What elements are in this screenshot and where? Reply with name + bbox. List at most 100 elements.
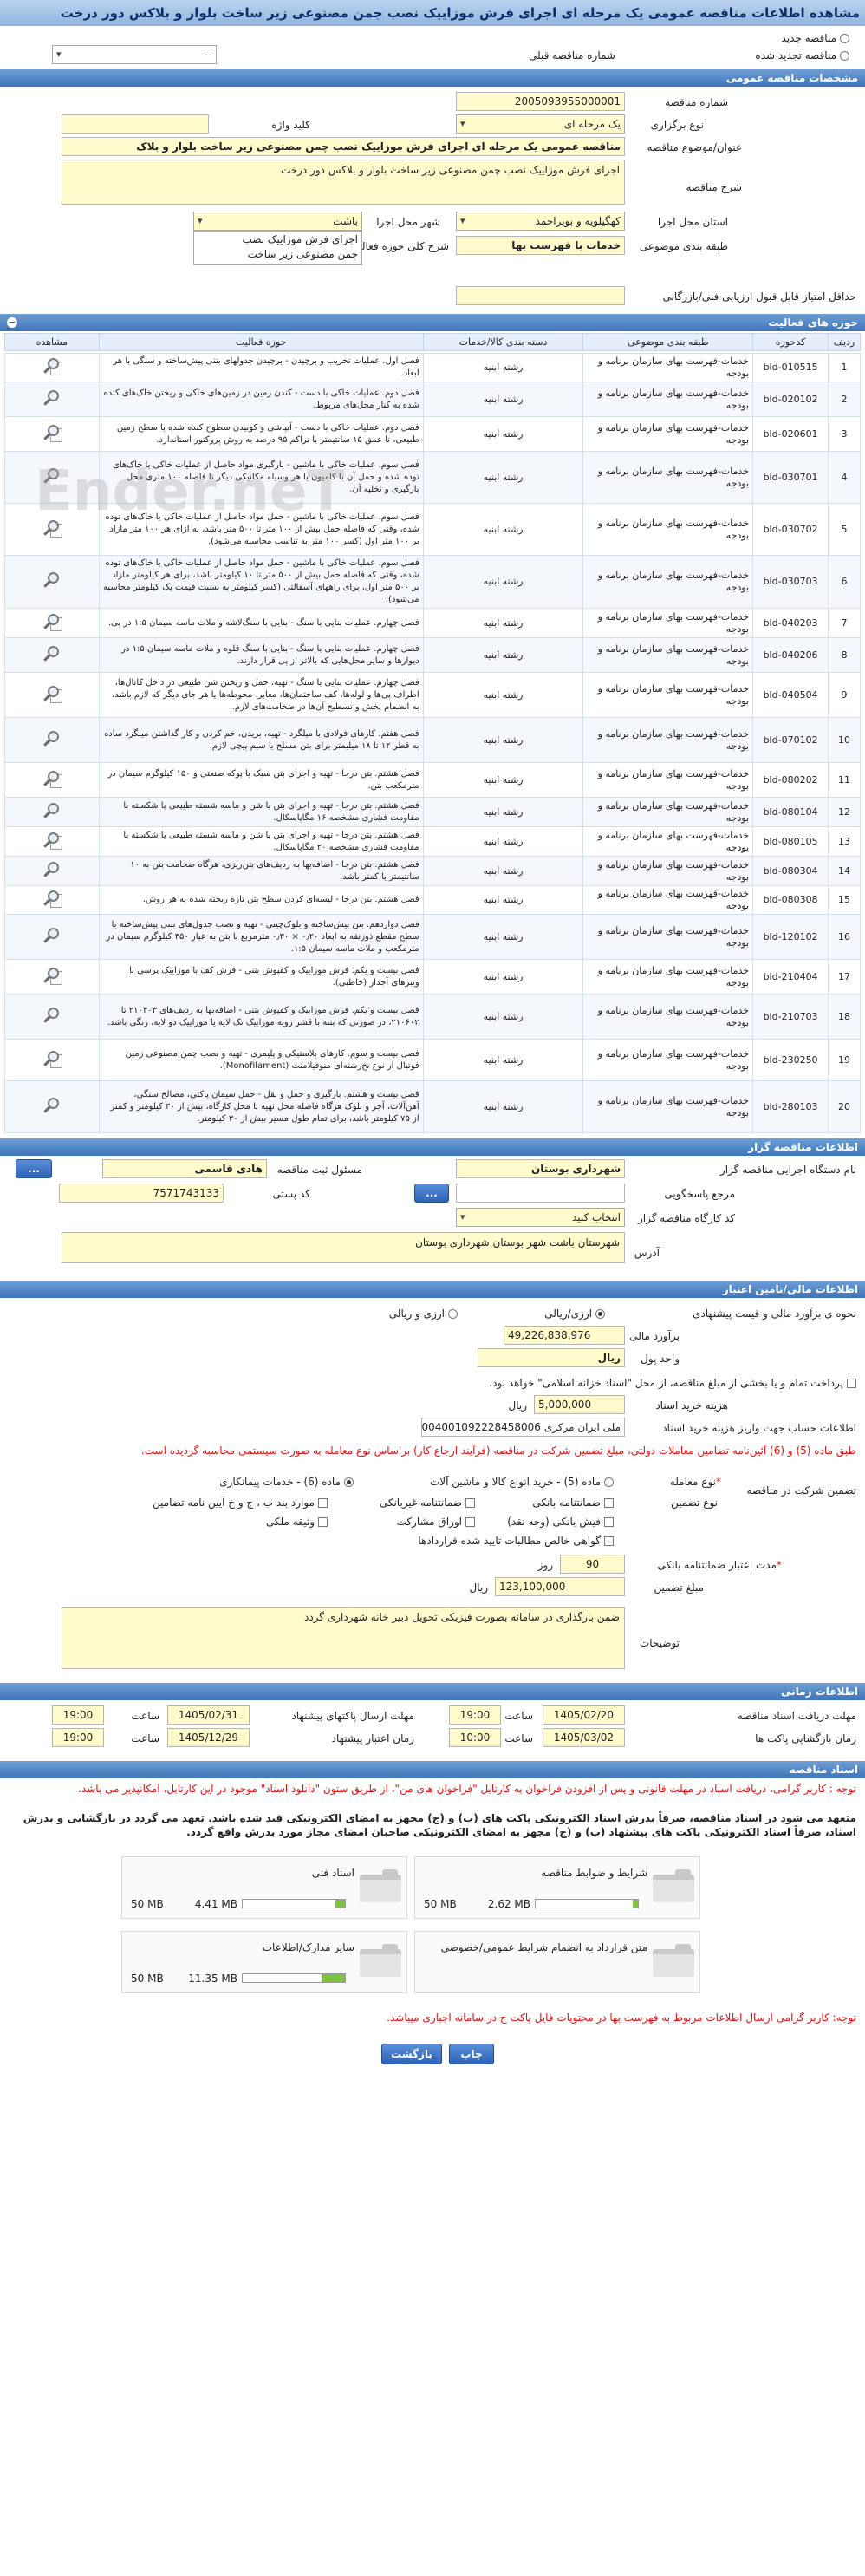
prev-tender-select[interactable]: -- — [52, 45, 217, 64]
deal-type-5[interactable]: ماده (5) - خرید انواع کالا و ماشین آلات — [430, 1475, 614, 1489]
view-cell[interactable] — [4, 959, 100, 995]
view-cell[interactable] — [4, 1039, 100, 1081]
guarantee-property[interactable]: وثیقه ملکی — [266, 1515, 328, 1529]
magnifier-icon[interactable] — [42, 831, 62, 850]
view-cell[interactable] — [4, 994, 100, 1040]
keyword-field[interactable] — [62, 114, 209, 134]
guarantee-bonds[interactable]: اوراق مشارکت — [397, 1515, 475, 1529]
magnifier-icon[interactable] — [42, 644, 62, 663]
magnifier-icon[interactable] — [42, 1096, 62, 1115]
magnifier-icon[interactable] — [42, 356, 62, 375]
row-category: خدمات-فهرست بهای سازمان برنامه و بودجه — [582, 555, 754, 609]
file-card-other[interactable]: سایر مدارک/اطلاعات 50 MB 11.35 MB — [121, 1931, 407, 1993]
view-cell[interactable] — [4, 608, 100, 638]
table-row: 17 bld-210404 خدمات-فهرست بهای سازمان برنا… — [4, 959, 861, 995]
row-category: خدمات-فهرست بهای سازمان برنامه و بودجه — [582, 914, 754, 960]
magnifier-icon[interactable] — [42, 423, 62, 442]
guarantee-cash[interactable]: فیش بانکی (وجه نقد) — [507, 1515, 614, 1529]
magnifier-icon[interactable] — [42, 612, 62, 631]
workshop-select[interactable]: انتخاب کنید — [456, 1208, 625, 1227]
radio-icon — [840, 34, 849, 43]
account-label: اطلاعات حساب جهت واریز هزینه خرید اسناد — [662, 1422, 856, 1434]
magnifier-icon[interactable] — [42, 571, 62, 590]
collapse-icon[interactable]: − — [7, 317, 17, 328]
row-group: رشته ابنیه — [422, 451, 584, 504]
guarantee-nonbank[interactable]: ضمانتنامه غیربانکی — [380, 1496, 475, 1510]
table-row: 14 bld-080304 خدمات-فهرست بهای سازمان برنا… — [4, 856, 861, 886]
reference-button[interactable]: ... — [414, 1184, 449, 1203]
row-category: خدمات-فهرست بهای سازمان برنامه و بودجه — [582, 826, 754, 857]
deal-type-6[interactable]: ماده (6) - خدمات پیمانکاری — [219, 1475, 354, 1489]
device-field: شهرداری بوستان — [456, 1159, 625, 1178]
view-cell[interactable] — [4, 856, 100, 886]
view-cell[interactable] — [4, 797, 100, 827]
guarantee-nonbank-label: ضمانتنامه غیربانکی — [379, 1497, 462, 1509]
magnifier-icon[interactable] — [42, 1049, 62, 1068]
view-cell[interactable] — [4, 717, 100, 763]
scope-list[interactable]: اجرای فرش موزاییک نصب چمن مصنوعی زیر ساخ… — [193, 231, 362, 265]
category-label: طبقه بندی موضوعی — [639, 240, 728, 252]
row-group: رشته ابنیه — [422, 994, 584, 1040]
file-progress-fill — [335, 1900, 345, 1908]
view-cell[interactable] — [4, 885, 100, 915]
guarantee-claims[interactable]: گواهی خالص مطالبات تایید شده قراردادها — [418, 1534, 614, 1548]
magnifier-icon[interactable] — [42, 684, 62, 703]
row-group: رشته ابنیه — [422, 797, 584, 827]
responsible-label: مسئول ثبت مناقصه — [276, 1164, 362, 1176]
row-group: رشته ابنیه — [422, 555, 584, 609]
new-tender-radio[interactable]: مناقصه جدید — [782, 31, 849, 45]
validity-time-label: زمان اعتبار پیشنهاد — [331, 1732, 414, 1745]
view-cell[interactable] — [4, 672, 100, 718]
responsible-more-button[interactable]: ... — [16, 1159, 52, 1178]
row-category: خدمات-فهرست بهای سازمان برنامه و بودجه — [582, 672, 754, 718]
eval-option-riali-label: ارزی/ریالی — [544, 1308, 592, 1320]
eval-option-riali[interactable]: ارزی/ریالی — [544, 1307, 605, 1321]
row-number: 5 — [828, 503, 861, 556]
magnifier-icon[interactable] — [42, 860, 62, 879]
back-button[interactable]: بازگشت — [381, 2044, 442, 2064]
checkbox-icon — [465, 1498, 475, 1508]
row-category: خدمات-فهرست بهای سازمان برنامه و بودجه — [582, 1039, 754, 1081]
scope-item[interactable]: اجرای فرش موزاییک نصب — [198, 232, 358, 247]
file-card-technical[interactable]: اسناد فنی 50 MB 4.41 MB — [121, 1856, 407, 1919]
magnifier-icon[interactable] — [42, 1006, 62, 1025]
magnifier-icon[interactable] — [42, 769, 62, 788]
holding-type-select[interactable]: یک مرحله ای — [456, 114, 625, 134]
view-cell[interactable] — [4, 637, 100, 673]
page-title: مشاهده اطلاعات مناقصه عمومی یک مرحله ای … — [0, 0, 865, 26]
magnifier-icon[interactable] — [42, 926, 62, 945]
category-field: خدمات با فهرست بها — [456, 236, 625, 255]
bottom-notice: توجه: کاربر گرامی ارسال اطلاعات مربوط به… — [387, 2012, 856, 2024]
view-cell[interactable] — [4, 914, 100, 960]
file-name: شرایط و ضوابط مناقصه — [541, 1867, 647, 1879]
guarantee-clauses[interactable]: موارد بند ب ، ج و خ آیین نامه تضامین — [153, 1496, 328, 1510]
file-card-conditions[interactable]: شرایط و ضوابط مناقصه 50 MB 2.62 MB — [414, 1856, 700, 1919]
scope-item[interactable]: چمن مصنوعی زیر ساخت — [198, 247, 358, 262]
eval-option-arzi[interactable]: ارزی و ریالی — [389, 1307, 458, 1321]
guarantee-bank[interactable]: ضمانتنامه بانکی — [532, 1496, 614, 1510]
tender-number-field: 2005093955000001 — [456, 92, 625, 111]
magnifier-icon[interactable] — [42, 729, 62, 748]
view-cell[interactable] — [4, 555, 100, 609]
row-number: 7 — [828, 608, 861, 638]
magnifier-icon[interactable] — [42, 966, 62, 985]
row-scope: فصل بیست و سوم. کارهای پلاستیکی و پلیمری… — [98, 1039, 424, 1081]
row-code: bld-080104 — [752, 797, 829, 827]
validity-date: 1405/12/29 — [167, 1728, 250, 1747]
magnifier-icon[interactable] — [42, 889, 62, 908]
province-select[interactable]: کهگیلویه و بویراحمد — [456, 212, 625, 231]
file-name: سایر مدارک/اطلاعات — [262, 1941, 354, 1953]
renewed-tender-radio[interactable]: مناقصه تجدید شده — [755, 49, 849, 62]
guarantee-clauses-label: موارد بند ب ، ج و خ آیین نامه تضامین — [152, 1497, 315, 1509]
view-cell[interactable] — [4, 1080, 100, 1133]
view-cell[interactable] — [4, 826, 100, 857]
file-card-contract[interactable]: متن قرارداد به انضمام شرایط عمومی/خصوصی — [414, 1931, 700, 1993]
checkbox-icon — [318, 1498, 328, 1508]
magnifier-icon[interactable] — [42, 388, 62, 408]
print-button[interactable]: چاپ — [449, 2044, 494, 2064]
view-cell[interactable] — [4, 762, 100, 798]
magnifier-icon[interactable] — [42, 801, 62, 820]
activities-title: حوزه های فعالیت — [768, 316, 858, 329]
city-select[interactable]: باشت — [193, 212, 362, 231]
file-progress-fill — [321, 1974, 345, 1982]
